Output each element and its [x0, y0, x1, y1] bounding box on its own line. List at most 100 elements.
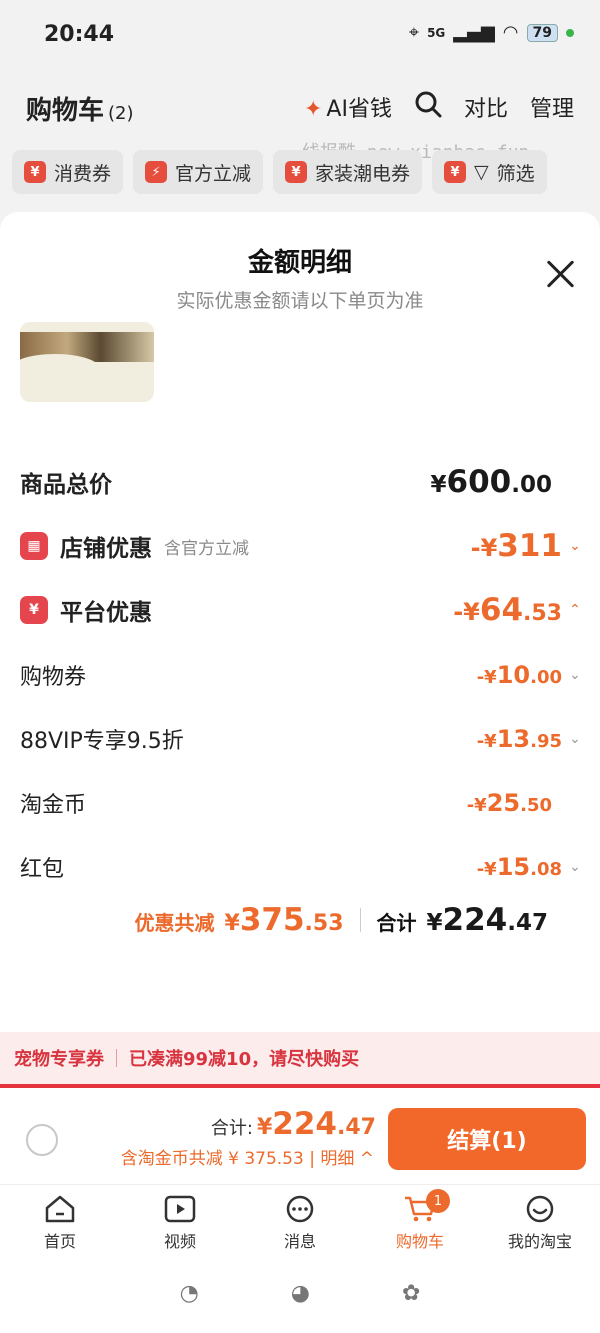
tab-label: 我的淘宝 [507, 1231, 572, 1251]
row-label: 88VIP专享9.5折 [20, 729, 184, 754]
row-label: 淘金币 [20, 793, 87, 818]
ai-sparkle-icon: ✦ [303, 97, 323, 122]
tab-home[interactable]: 首页 [0, 1185, 120, 1260]
bottom-tab-bar: 首页 视频 消息 1 购物车 我的淘宝 [0, 1184, 600, 1260]
location-icon: ⌖ [408, 22, 420, 43]
chip-consume-coupon[interactable]: ¥ 消费券 [12, 150, 124, 194]
tab-label: 首页 [43, 1231, 76, 1251]
row-label: 店铺优惠 [60, 536, 152, 562]
chevron-down-icon[interactable]: ⌄ [568, 667, 582, 683]
row-value: -¥15.08 ⌄ [477, 845, 582, 889]
pet-coupon-banner[interactable]: 宠物专享券 已凑满99减10，请尽快购买 [0, 1032, 600, 1088]
amount-dec: .47 [337, 1115, 376, 1140]
amount-int: 311 [497, 528, 562, 564]
bottom-nav-hints: ◔ ◕ ✿ [0, 1268, 600, 1318]
amount: -¥311 [471, 528, 562, 564]
tab-profile[interactable]: 我的淘宝 [480, 1185, 600, 1260]
row-redpack[interactable]: 红包 -¥15.08 ⌄ [20, 845, 582, 889]
currency: ¥ [430, 472, 447, 498]
checkout-total-label: 合计: [210, 1118, 253, 1139]
coupon-icon: ¥ [285, 161, 308, 183]
paw-icon[interactable]: ✿ [402, 1281, 420, 1306]
chip-label: 官方立减 [175, 162, 252, 185]
detail-toggle[interactable]: 含淘金币共减 ¥ 375.53 | 明细 ^ [121, 1144, 374, 1169]
amount: -¥13.95 [477, 725, 562, 753]
tab-messages[interactable]: 消息 [240, 1185, 360, 1260]
divider [116, 1049, 117, 1067]
store-icon: ▦ [20, 532, 48, 560]
bread-icon[interactable]: ◔ [180, 1281, 199, 1306]
cart-badge: 1 [426, 1189, 450, 1213]
amount-int: 13 [496, 725, 531, 753]
amount-int: 375 [239, 902, 305, 938]
chip-label: 筛选 [496, 162, 535, 185]
page-title: 购物车 (2) [26, 90, 134, 127]
amount-int: 64 [479, 592, 524, 628]
row-shopping-coupon[interactable]: 购物券 -¥10.00 ⌄ [20, 653, 582, 697]
grand-total-amount: ¥224.47 [427, 902, 548, 938]
network-label: 5G [427, 25, 446, 40]
chip-label: 消费券 [54, 162, 112, 185]
amount-dec: .47 [507, 910, 548, 936]
checkout-total: 合计: ¥224.47 [211, 1106, 376, 1142]
chip-filter[interactable]: ¥ ▽ 筛选 [432, 150, 547, 194]
discount-total-amount: ¥375.53 [225, 902, 344, 938]
currency: ¥ [426, 910, 443, 936]
cat-face-icon[interactable]: ◕ [291, 1281, 310, 1306]
row-value: ¥600.00 [431, 460, 552, 504]
row-taojinbi: 淘金币 -¥25.50 [20, 781, 582, 825]
row-store-discount[interactable]: ▦ 店铺优惠 含官方立减 -¥311 ⌄ [20, 524, 582, 568]
prefix: -¥ [476, 667, 497, 688]
amount-int: 15 [496, 853, 531, 881]
row-label: 平台优惠 [60, 600, 152, 626]
prefix: -¥ [466, 795, 487, 816]
chevron-up-icon[interactable]: ⌃ [568, 602, 582, 618]
amount-dec: .08 [530, 859, 562, 880]
close-icon[interactable] [544, 258, 576, 290]
tab-cart[interactable]: 1 购物车 [360, 1185, 480, 1260]
amount-int: 600 [446, 464, 512, 500]
row-88vip[interactable]: 88VIP专享9.5折 -¥13.95 ⌄ [20, 717, 582, 761]
ai-save-label: AI省钱 [326, 97, 392, 122]
currency: ¥ [256, 1115, 273, 1140]
tab-label: 购物车 [395, 1231, 444, 1251]
search-icon[interactable] [414, 90, 442, 124]
filter-icon: ▽ [474, 161, 489, 183]
amount: -¥10.00 [477, 661, 562, 689]
row-platform-discount[interactable]: ¥ 平台优惠 -¥64.53 ⌃ [20, 588, 582, 632]
amount-int: 25 [486, 789, 521, 817]
row-value: -¥311 ⌄ [471, 524, 582, 568]
select-all-checkbox[interactable] [26, 1124, 58, 1156]
amount: ¥600.00 [431, 464, 552, 500]
tab-label: 消息 [283, 1231, 316, 1251]
charging-dot-icon [566, 28, 574, 37]
chevron-down-icon[interactable]: ⌄ [568, 859, 582, 875]
tab-video[interactable]: 视频 [120, 1185, 240, 1260]
signal-icon: ▂▄▆ [453, 22, 495, 43]
status-bar: 20:44 ⌖ 5G ▂▄▆ ◠ 79 [0, 0, 600, 70]
pet-coupon-message: 已凑满99减10，请尽快购买 [129, 1049, 360, 1070]
row-sublabel: 含官方立减 [164, 538, 249, 559]
manage-button[interactable]: 管理 [530, 91, 574, 123]
chip-label: 家装潮电券 [315, 162, 411, 185]
compare-button[interactable]: 对比 [464, 91, 508, 123]
ai-save-button[interactable]: ✦ AI省钱 [304, 91, 392, 123]
chevron-down-icon[interactable]: ⌄ [568, 731, 582, 747]
chevron-down-icon[interactable]: ⌄ [568, 538, 582, 554]
thumbnail-decoration [20, 354, 100, 384]
row-value: -¥13.95 ⌄ [477, 717, 582, 761]
sheet-title: 金额明细 [247, 248, 352, 278]
tab-label: 视频 [163, 1231, 196, 1251]
battery-icon: 79 [526, 23, 558, 42]
amount-dec: .95 [530, 731, 562, 752]
discount-total-label: 优惠共减 [134, 911, 215, 935]
checkout-button[interactable]: 结算(1) [388, 1108, 586, 1170]
cart-header: 购物车 (2) ✦ AI省钱 对比 管理 [0, 80, 600, 136]
prefix: -¥ [453, 598, 480, 626]
cart-title-text: 购物车 [26, 96, 105, 126]
status-icons: ⌖ 5G ▂▄▆ ◠ 79 [409, 22, 574, 43]
chip-home-appliance-coupon[interactable]: ¥ 家装潮电券 [273, 150, 423, 194]
chip-official-discount[interactable]: ⚡ 官方立减 [133, 150, 264, 194]
header-actions: ✦ AI省钱 对比 管理 [304, 90, 574, 124]
row-label: 商品总价 [20, 472, 112, 498]
